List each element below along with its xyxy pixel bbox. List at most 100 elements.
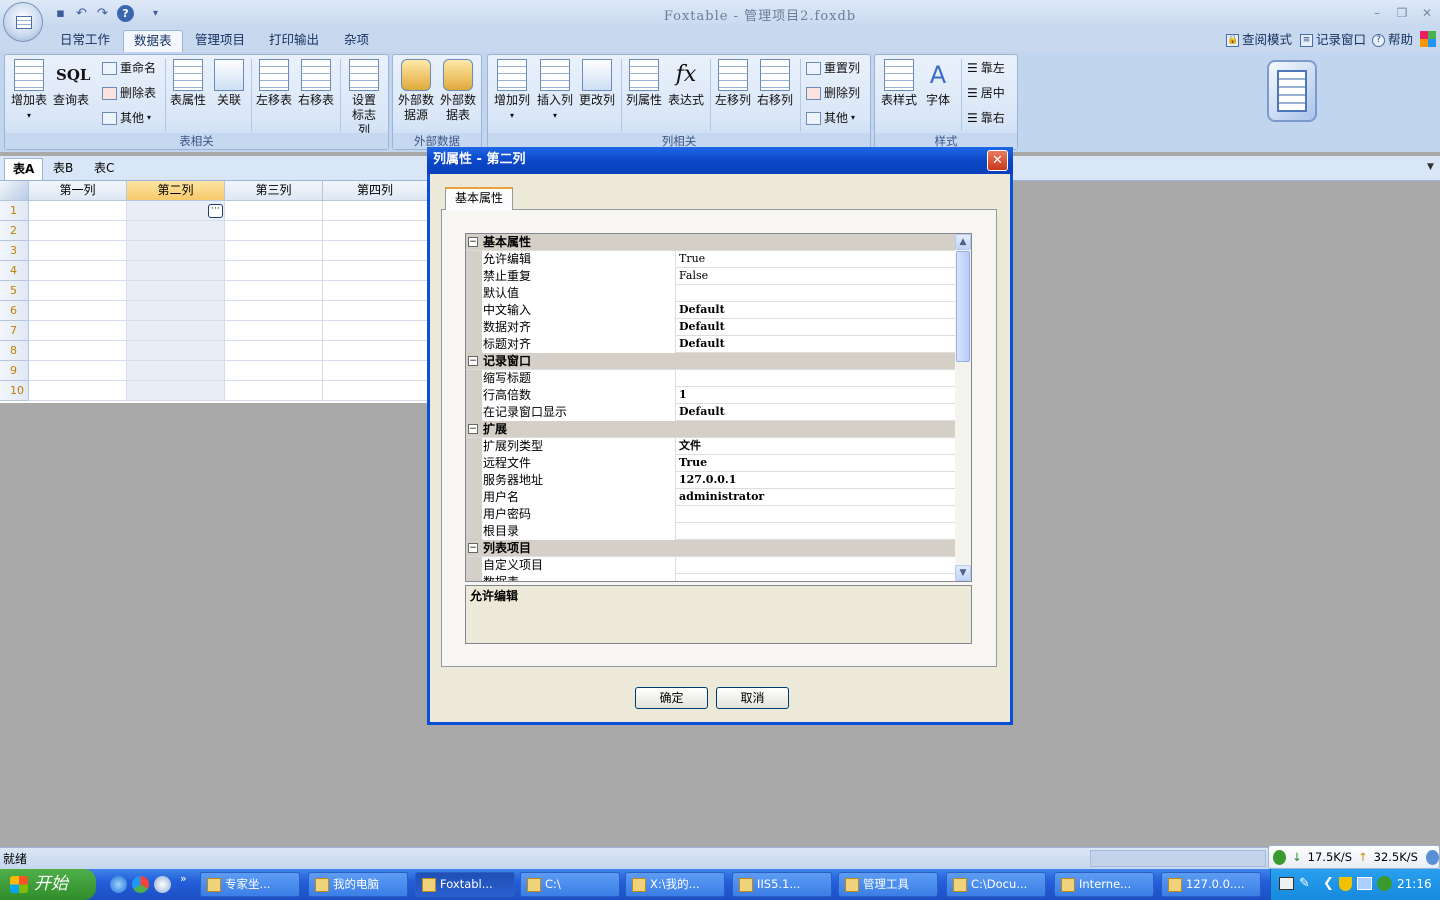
property-row[interactable]: 在记录窗口显示 Default [466,404,956,421]
property-row[interactable]: 自定义项目 [466,557,956,574]
external-source-button[interactable]: 外部数据源 [395,59,437,123]
clock[interactable]: 21:16 [1397,877,1432,891]
row-number[interactable]: 5 [0,281,29,301]
start-button[interactable]: 开始 [0,869,96,900]
move-table-left-button[interactable]: 左移表 [253,59,295,108]
taskbar-button[interactable]: 我的电脑 [308,872,408,897]
grid-cell[interactable] [323,381,428,401]
font-button[interactable]: A 字体 [921,59,955,108]
grid-cell[interactable] [127,321,225,341]
ok-button[interactable]: 确定 [635,687,708,709]
move-column-right-button[interactable]: 右移列 [754,59,796,108]
add-column-button[interactable]: 增加列 ▾ [490,59,534,123]
scroll-up-icon[interactable]: ▲ [955,234,971,250]
grid-cell[interactable] [225,221,323,241]
row-number[interactable]: 6 [0,301,29,321]
row-number[interactable]: 9 [0,361,29,381]
tab-basic-properties[interactable]: 基本属性 [445,187,513,210]
query-table-button[interactable]: SQL 查询表 [51,59,91,108]
collapse-icon[interactable]: − [468,356,478,366]
grid-cell[interactable] [29,261,127,281]
sheet-menu-arrow-icon[interactable]: ▼ [1427,162,1434,172]
tab-manage-project[interactable]: 管理项目 [185,30,255,52]
property-value[interactable]: 127.0.0.1 [678,472,956,489]
minimize-button[interactable]: – [1367,4,1387,22]
property-value[interactable] [678,574,956,581]
help-link[interactable]: ? 帮助 [1372,31,1413,49]
property-row[interactable]: 中文输入 Default [466,302,956,319]
property-row[interactable]: 禁止重复 False [466,268,956,285]
property-value[interactable]: Default [678,404,956,421]
insert-column-button[interactable]: 插入列 ▾ [534,59,576,123]
grid-cell[interactable] [225,281,323,301]
scroll-thumb[interactable] [956,251,970,362]
grid-cell[interactable] [29,201,127,221]
grid-cell[interactable] [127,301,225,321]
property-value[interactable]: True [678,455,956,472]
taskbar-button[interactable]: Interne... [1054,872,1154,897]
property-value[interactable]: administrator [678,489,956,506]
network-speed-widget[interactable]: ↓ 17.5K/S ↑ 32.5K/S [1268,845,1440,869]
property-row[interactable]: 标题对齐 Default [466,336,956,353]
property-grid[interactable]: − 基本属性 允许编辑 True 禁止重复 False 默认值 中文输入 Default 数据对齐… [465,233,972,582]
column-other-button[interactable]: 其他 ▾ [806,108,855,128]
browse-mode-link[interactable]: 🔒 查阅模式 [1226,31,1292,49]
property-value[interactable]: Default [678,336,956,353]
sheet-tab-c[interactable]: 表C [86,158,122,180]
reset-column-button[interactable]: 重置列 [806,58,860,78]
row-number[interactable]: 3 [0,241,29,261]
grid-cell[interactable] [29,301,127,321]
grid-cell[interactable] [127,381,225,401]
row-number[interactable]: 1 [0,201,29,221]
property-row[interactable]: 行高倍数 1 [466,387,956,404]
property-row[interactable]: 远程文件 True [466,455,956,472]
grid-cell[interactable] [127,261,225,281]
column-header[interactable]: 第一列 [29,181,127,201]
property-value[interactable]: 文件 [678,438,956,455]
property-row[interactable]: 数据表 [466,574,956,581]
property-row[interactable]: 缩写标题 [466,370,956,387]
rename-button[interactable]: 重命名 [102,58,156,78]
row-number[interactable]: 4 [0,261,29,281]
property-category[interactable]: − 记录窗口 [466,353,956,370]
expression-button[interactable]: fx 表达式 [665,59,707,108]
column-header[interactable]: 第四列 [323,181,428,201]
delete-table-button[interactable]: 删除表 [102,83,156,103]
move-table-right-button[interactable]: 右移表 [295,59,337,108]
skin-icon[interactable] [1420,31,1436,47]
taskbar-button[interactable]: C:\ [520,872,620,897]
grid-cell[interactable] [127,281,225,301]
collapse-icon[interactable]: − [468,424,478,434]
table-other-button[interactable]: 其他 ▾ [102,108,151,128]
grid-cell[interactable] [225,201,323,221]
taskbar-button[interactable]: 管理工具 [838,872,938,897]
grid-cell[interactable] [323,321,428,341]
property-row[interactable]: 数据对齐 Default [466,319,956,336]
grid-cell[interactable] [225,341,323,361]
property-row[interactable]: 服务器地址 127.0.0.1 [466,472,956,489]
property-row[interactable]: 默认值 [466,285,956,302]
tab-print-output[interactable]: 打印输出 [259,30,329,52]
grid-cell[interactable] [29,341,127,361]
property-value[interactable] [678,557,956,574]
external-table-button[interactable]: 外部数据表 [437,59,479,123]
grid-corner[interactable] [0,181,29,201]
grid-cell[interactable] [29,321,127,341]
restore-button[interactable]: ❐ [1392,4,1412,22]
grid-cell[interactable] [127,241,225,261]
tab-daily-work[interactable]: 日常工作 [50,30,120,52]
help-icon[interactable]: ? [117,5,134,22]
taskbar-button[interactable]: C:\Docu... [946,872,1046,897]
property-value[interactable] [678,285,956,302]
property-category[interactable]: − 列表项目 [466,540,956,557]
tab-misc[interactable]: 杂项 [334,30,379,52]
grid-cell[interactable] [323,341,428,361]
grid-cell[interactable] [225,361,323,381]
property-value[interactable]: Default [678,302,956,319]
grid-cell[interactable] [29,361,127,381]
collapse-icon[interactable]: − [468,543,478,553]
property-row[interactable]: 扩展列类型 文件 [466,438,956,455]
pen-icon[interactable]: ✎ [1299,876,1310,891]
property-value[interactable] [678,370,956,387]
cancel-button[interactable]: 取消 [716,687,789,709]
